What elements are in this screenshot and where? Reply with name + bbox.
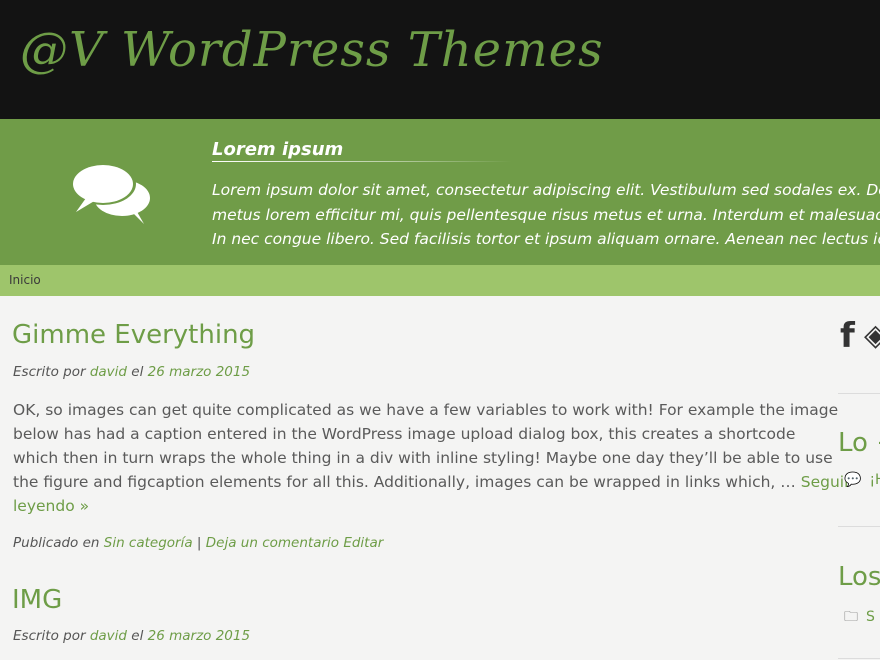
widget-item-label: S: [866, 609, 875, 625]
published-prefix: Publicado en: [13, 535, 100, 551]
tag-icon[interactable]: ◈: [864, 318, 880, 353]
meta-mid: el: [131, 628, 144, 644]
banner-text-line: Lorem ipsum dolor sit amet, consectetur …: [212, 181, 880, 199]
post-footer-meta: Publicado en Sin categoría | Deja un com…: [13, 535, 383, 551]
comment-icon: 💬: [844, 472, 862, 488]
date-link[interactable]: 26 marzo 2015: [148, 364, 250, 380]
excerpt-line: below has had a caption entered in the W…: [13, 425, 796, 443]
sidebar-divider: [838, 526, 880, 527]
comments-icon: [70, 163, 150, 224]
author-link[interactable]: david: [90, 628, 127, 644]
banner-title-underline: [212, 161, 512, 162]
meta-prefix: Escrito por: [13, 628, 86, 644]
excerpt-line: OK, so images can get quite complicated …: [13, 401, 839, 419]
folder-icon: 🗀: [844, 609, 858, 625]
facebook-icon[interactable]: f: [840, 316, 855, 356]
post-excerpt: OK, so images can get quite complicated …: [13, 398, 850, 518]
comment-link[interactable]: Deja un comentario: [206, 535, 339, 551]
meta-separator: |: [196, 535, 202, 551]
site-title[interactable]: @V WordPress Themes: [20, 22, 604, 78]
site-header: @V WordPress Themes: [0, 0, 880, 119]
excerpt-line: the figure and figcaption elements for a…: [13, 473, 796, 491]
banner-title: Lorem ipsum: [212, 139, 344, 160]
banner-text-line: metus lorem efficitur mi, quis pellentes…: [212, 205, 880, 224]
main-nav: Inicio: [0, 265, 880, 296]
meta-prefix: Escrito por: [13, 364, 86, 380]
sidebar-divider: [838, 393, 880, 394]
widget-item[interactable]: 🗀 S: [844, 606, 875, 630]
nav-item-inicio[interactable]: Inicio: [9, 273, 41, 287]
edit-link[interactable]: Editar: [343, 535, 383, 551]
widget-title-categories: Los: [838, 562, 880, 592]
post-title[interactable]: IMG: [12, 585, 62, 615]
sidebar-divider: [838, 658, 880, 659]
date-link[interactable]: 26 marzo 2015: [148, 628, 250, 644]
widget-item-label: ¡H: [869, 472, 880, 488]
post-meta: Escrito por david el 26 marzo 2015: [13, 364, 250, 380]
widget-title-popular: Lo +: [838, 428, 880, 458]
meta-mid: el: [131, 364, 144, 380]
widget-item[interactable]: 💬 ¡H: [844, 472, 880, 488]
read-more-link-cont[interactable]: leyendo: [13, 497, 75, 515]
read-more-arrow-icon[interactable]: »: [80, 497, 89, 515]
sidebar: f ◈ Lo + 💬¡H Los 🗀S: [838, 296, 880, 660]
author-link[interactable]: david: [90, 364, 127, 380]
post-title[interactable]: Gimme Everything: [12, 320, 255, 350]
post-meta: Escrito por david el 26 marzo 2015: [13, 628, 250, 644]
banner-text-line: In nec congue libero. Sed facilisis tort…: [212, 230, 880, 248]
excerpt-line: which then in turn wraps the whole thing…: [13, 449, 833, 467]
banner-text: Lorem ipsum dolor sit amet, consectetur …: [212, 178, 880, 252]
category-link[interactable]: Sin categoría: [104, 535, 193, 551]
